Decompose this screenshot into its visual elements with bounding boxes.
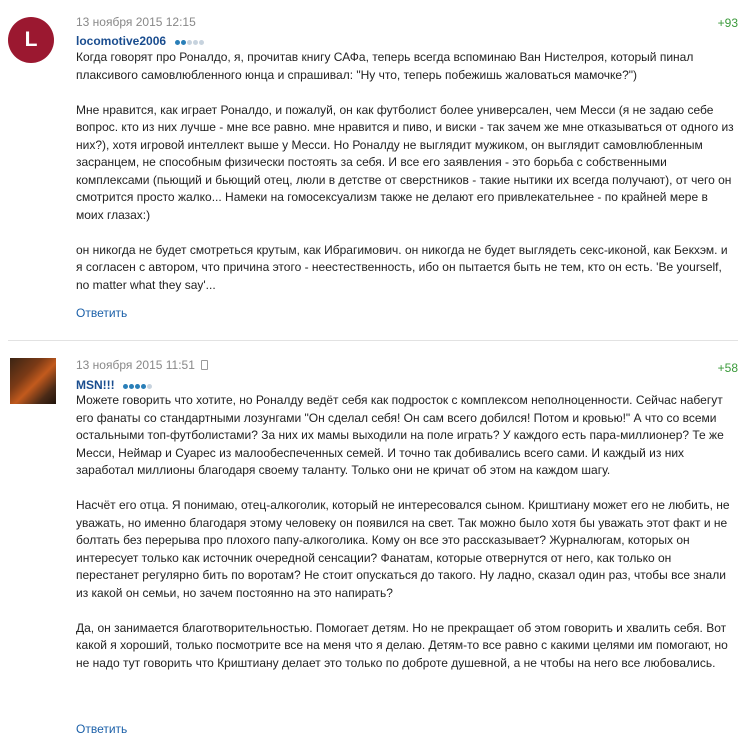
user-avatar[interactable] <box>10 358 56 404</box>
author-link[interactable]: MSN!!! <box>76 378 115 392</box>
comment-date: 13 ноября 2015 12:15 <box>76 15 196 29</box>
comment-rating: +93 <box>717 16 738 30</box>
reply-link[interactable]: Ответить <box>76 722 127 736</box>
comment-paragraph: он никогда не будет смотреться крутым, к… <box>76 242 728 292</box>
user-level-indicator <box>174 32 205 50</box>
comment-paragraph: Мне нравится, как играет Роналдо, и пожа… <box>76 102 734 222</box>
comment-paragraph: Да, он занимается благотворительностью. … <box>76 620 728 670</box>
comment-paragraph: Когда говорят про Роналдо, я, прочитав к… <box>76 50 694 82</box>
comment-text: Когда говорят про Роналдо, я, прочитав к… <box>76 49 736 294</box>
comment-2: 13 ноября 2015 11:51 +58 MSN!!! Можете г… <box>0 340 748 744</box>
comment-1: L 13 ноября 2015 12:15 +93 locomotive200… <box>0 0 748 341</box>
comment-date: 13 ноября 2015 11:51 <box>76 358 208 372</box>
mobile-device-icon <box>200 360 208 370</box>
comment-paragraph: Насчёт его отца. Я понимаю, отец-алкогол… <box>76 498 730 600</box>
comment-rating: +58 <box>717 361 738 375</box>
comment-text: Можете говорить что хотите, но Роналду в… <box>76 392 736 672</box>
comment-paragraph: Можете говорить что хотите, но Роналду в… <box>76 393 724 477</box>
user-avatar[interactable]: L <box>8 17 54 63</box>
author-link[interactable]: locomotive2006 <box>76 34 166 48</box>
reply-link[interactable]: Ответить <box>76 306 127 320</box>
